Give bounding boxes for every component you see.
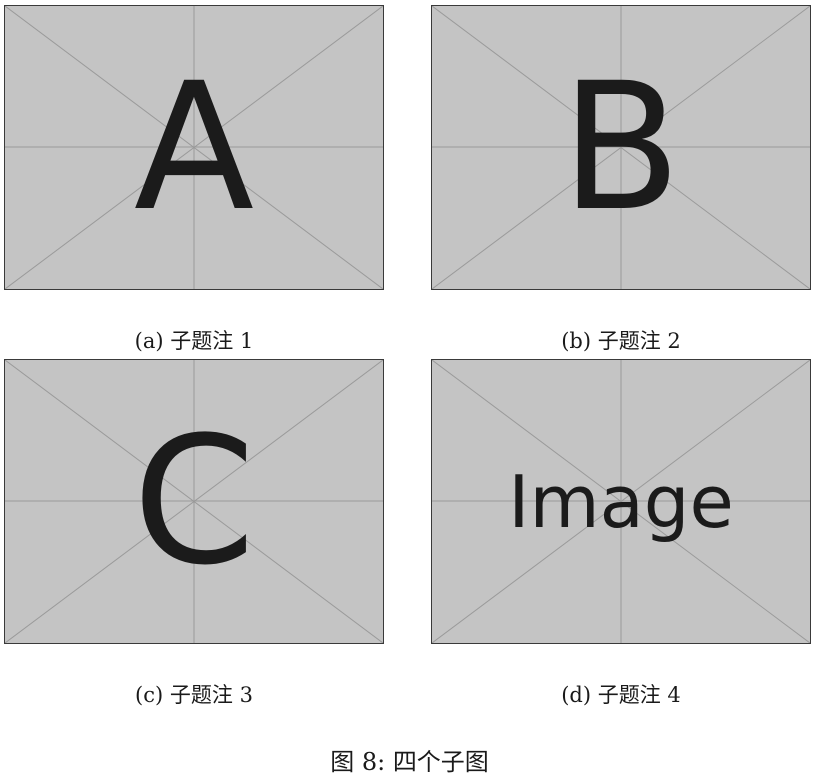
subfigure-d-label: (d) xyxy=(561,683,592,707)
subfigure-b-caption: (b) 子题注 2 xyxy=(431,325,811,355)
figure-caption: 图 8: 四个子图 xyxy=(0,742,819,777)
placeholder-text-a: A xyxy=(133,44,255,250)
subfigure-c-caption: (c) 子题注 3 xyxy=(4,679,384,709)
figure-caption-text: 四个子图 xyxy=(392,748,489,776)
placeholder-text-c: C xyxy=(132,398,256,604)
subfigure-b-image: B xyxy=(431,5,811,290)
subfigure-b-caption-text: 子题注 2 xyxy=(597,329,681,353)
subfigure-a-image: A xyxy=(4,5,384,290)
subfigure-c-label: (c) xyxy=(135,683,164,707)
subfigure-b-label: (b) xyxy=(561,329,592,353)
subfigure-a-caption-text: 子题注 1 xyxy=(170,329,254,353)
subfigure-a-label: (a) xyxy=(134,329,164,353)
subfigure-c-caption-text: 子题注 3 xyxy=(169,683,253,707)
subfigure-a-caption: (a) 子题注 1 xyxy=(4,325,384,355)
subfigure-d-caption-text: 子题注 4 xyxy=(597,683,681,707)
subfigure-c-image: C xyxy=(4,359,384,644)
figure-caption-prefix: 图 8: xyxy=(330,748,386,776)
subfigure-d-caption: (d) 子题注 4 xyxy=(431,679,811,709)
subfigure-d-image: Image xyxy=(431,359,811,644)
placeholder-text-b: B xyxy=(560,44,682,250)
placeholder-text-image: Image xyxy=(508,459,734,544)
